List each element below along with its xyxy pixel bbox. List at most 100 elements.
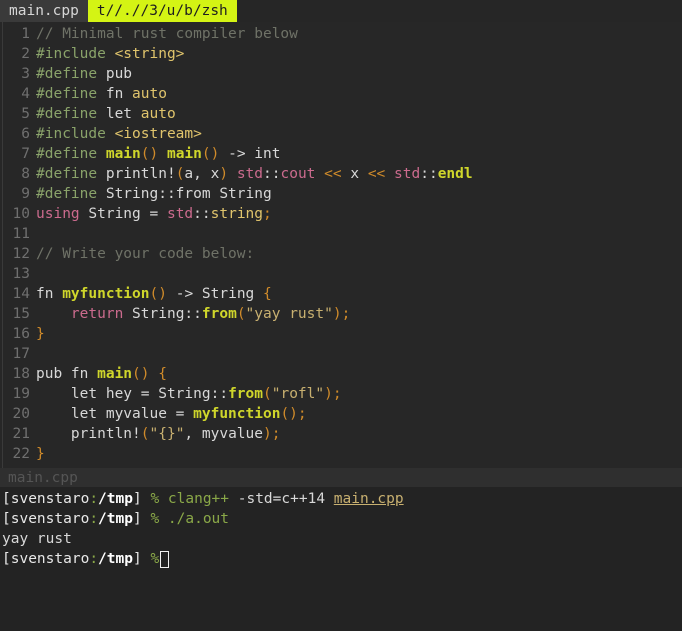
code-token: #define — [36, 66, 106, 82]
code-line: 8 #define println!(a, x) std::cout << x <… — [0, 164, 682, 184]
code-token: fn — [105, 86, 133, 102]
code-token: String = — [79, 206, 167, 222]
vim-editor-pane[interactable]: 1 // Minimal rust compiler below 2 #include… — [0, 22, 682, 468]
tab-bar-filler — [236, 0, 682, 22]
tmux-tab-bar: main.cpp t//.//3/u/b/zsh — [0, 0, 682, 22]
shell-terminal-pane[interactable]: [svenstaro:/tmp] % clang++ -std=c++14 ma… — [0, 487, 682, 631]
code-token: << — [367, 166, 386, 182]
code-token: a, x — [184, 166, 220, 182]
line-number: 13 — [12, 266, 30, 282]
code-token: ; — [263, 206, 272, 222]
line-number: 11 — [12, 226, 30, 242]
code-line: 15 return String::from("yay rust"); — [0, 304, 682, 324]
code-token: } — [36, 446, 45, 462]
tab-main-cpp[interactable]: main.cpp — [0, 0, 88, 22]
shell-command: ./a.out — [167, 511, 230, 527]
code-token: #include — [36, 46, 115, 62]
code-token: cout — [280, 166, 316, 182]
code-token: from — [228, 386, 263, 402]
prompt-open-bracket: [ — [2, 551, 11, 567]
code-token: #include — [36, 126, 115, 142]
code-line: 12 // Write your code below: — [0, 244, 682, 264]
code-token: ) — [324, 386, 333, 402]
code-token: "{}" — [149, 426, 185, 442]
prompt-path: /tmp — [98, 511, 133, 527]
code-token: std — [236, 166, 264, 182]
code-token: std — [166, 206, 194, 222]
code-token: #define — [36, 106, 106, 122]
status-filename: main.cpp — [8, 469, 78, 486]
code-token: ( — [140, 426, 150, 442]
code-token: "yay rust" — [245, 306, 333, 322]
code-line: 11 — [0, 224, 682, 244]
code-line-text: #define fn auto — [36, 84, 167, 104]
code-token: #define — [36, 146, 106, 162]
shell-prompt-line: [svenstaro:/tmp] % — [0, 549, 682, 569]
code-token: () — [149, 286, 167, 302]
code-line-text: } — [36, 444, 45, 464]
code-line: 10 using String = std::string; — [0, 204, 682, 224]
code-token: ; — [271, 426, 281, 442]
line-number: 10 — [12, 206, 30, 222]
code-line: 21 println!("{}", myvalue); — [0, 424, 682, 444]
code-line: 6 #include <iostream> — [0, 124, 682, 144]
code-token: main — [97, 366, 133, 382]
terminal-multiplexer-window: main.cpp t//.//3/u/b/zsh 1 // Minimal rus… — [0, 0, 682, 631]
prompt-close-bracket: ] — [132, 551, 142, 567]
code-token: :: — [210, 386, 229, 402]
shell-command: clang++ — [167, 491, 230, 507]
code-token: #define — [36, 166, 106, 182]
code-line-text: let myvalue = myfunction(); — [36, 404, 307, 424]
line-number: 21 — [12, 426, 30, 442]
code-line-text: // Minimal rust compiler below — [36, 24, 298, 44]
tab-zsh-active[interactable]: t//.//3/u/b/zsh — [87, 0, 237, 22]
code-line-text: #define println!(a, x) std::cout << x <<… — [36, 164, 473, 184]
tab-label: t//.//3/u/b/zsh — [96, 3, 228, 19]
code-token: using — [36, 206, 80, 222]
line-number: 5 — [21, 106, 30, 122]
code-line: 7 #define main() main() -> int — [0, 144, 682, 164]
line-number: 14 — [12, 286, 30, 302]
prompt-open-bracket: [ — [2, 511, 11, 527]
line-number: 16 — [12, 326, 30, 342]
vim-status-line: main.cpp — [0, 468, 682, 487]
code-token: { — [158, 366, 167, 382]
code-token: endl — [437, 166, 473, 182]
shell-file-argument: main.cpp — [333, 491, 404, 507]
code-line-text: fn myfunction() -> String { — [36, 284, 272, 304]
prompt-close-bracket: ] — [132, 491, 142, 507]
line-number: 20 — [12, 406, 30, 422]
code-token: auto — [140, 106, 176, 122]
code-line-text: #define let auto — [36, 104, 176, 124]
code-token: myfunction — [193, 406, 281, 422]
code-token: <string> — [114, 46, 185, 62]
prompt-path: /tmp — [98, 551, 133, 567]
code-line-text: return String::from("yay rust"); — [36, 304, 350, 324]
code-token: ; — [341, 306, 351, 322]
code-token: String::from String — [105, 186, 272, 202]
line-number: 1 — [21, 26, 30, 42]
line-number: 9 — [21, 186, 30, 202]
line-number: 22 — [12, 446, 30, 462]
code-token: pub fn — [36, 366, 98, 382]
code-token: , myvalue — [184, 426, 263, 442]
code-line: 19 let hey = String::from("rofl"); — [0, 384, 682, 404]
prompt-symbol: % — [150, 491, 160, 507]
code-line: 14 fn myfunction() -> String { — [0, 284, 682, 304]
code-token: pub — [105, 66, 133, 82]
code-token: "rofl" — [271, 386, 325, 402]
code-line: 5 #define let auto — [0, 104, 682, 124]
code-token: ( — [263, 386, 272, 402]
code-token: :: — [193, 206, 211, 222]
prompt-open-bracket: [ — [2, 491, 11, 507]
code-token: ) — [219, 166, 229, 182]
code-token: #define — [36, 186, 106, 202]
